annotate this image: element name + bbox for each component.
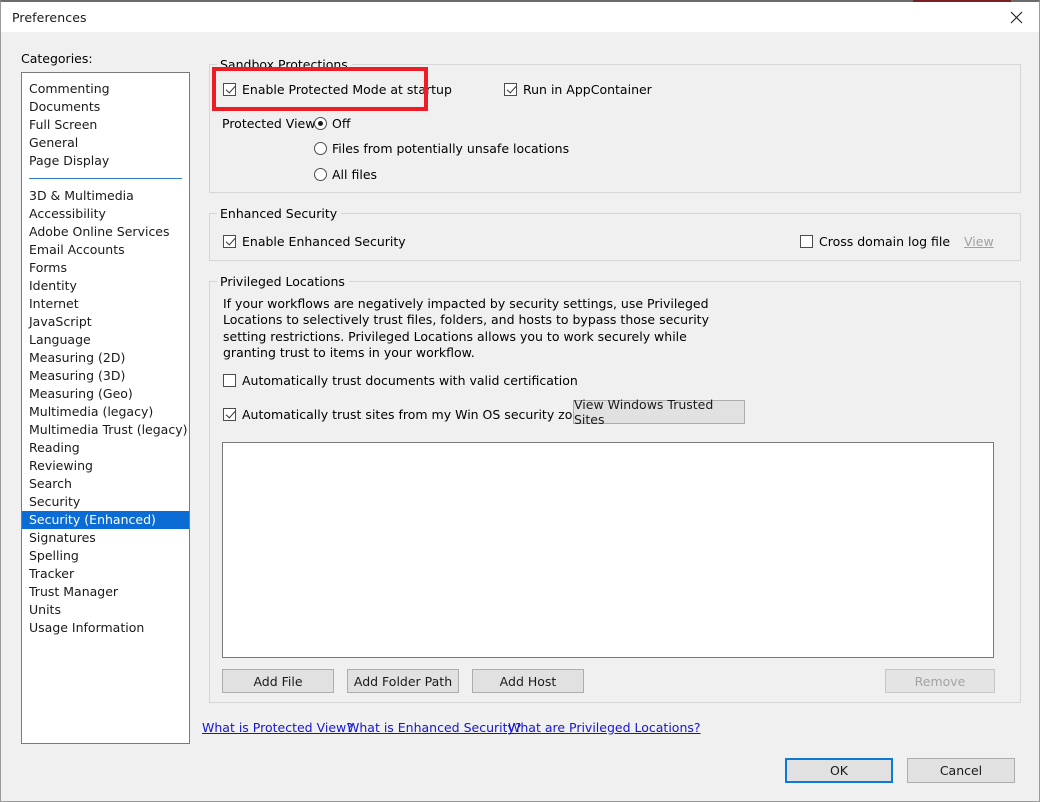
- enable-protected-mode-label: Enable Protected Mode at startup: [242, 82, 452, 97]
- run-in-appcontainer-checkbox[interactable]: Run in AppContainer: [504, 82, 652, 97]
- sidebar-item-tracker[interactable]: Tracker: [22, 565, 189, 583]
- sidebar-item-full-screen[interactable]: Full Screen: [22, 116, 189, 134]
- sidebar-item-documents[interactable]: Documents: [22, 98, 189, 116]
- cross-domain-log-file-label: Cross domain log file: [819, 234, 951, 249]
- sidebar-item-multimedia-legacy[interactable]: Multimedia (legacy): [22, 403, 189, 421]
- protected-view-radio-unsafe-locations[interactable]: Files from potentially unsafe locations: [314, 141, 569, 156]
- radio-icon: [314, 142, 327, 155]
- add-folder-path-button[interactable]: Add Folder Path: [347, 669, 459, 693]
- ok-button[interactable]: OK: [785, 758, 893, 783]
- protected-view-option-label: All files: [332, 167, 378, 182]
- protected-view-option-label: Files from potentially unsafe locations: [332, 141, 570, 156]
- sidebar-item-spelling[interactable]: Spelling: [22, 547, 189, 565]
- sidebar-item-usage-information[interactable]: Usage Information: [22, 619, 189, 637]
- categories-label: Categories:: [21, 51, 93, 66]
- title-bar: Preferences: [1, 2, 1039, 32]
- checkbox-icon: [800, 235, 813, 248]
- protected-view-radio-off[interactable]: Off: [314, 116, 350, 131]
- what-is-enhanced-security-link[interactable]: What is Enhanced Security?: [347, 720, 522, 735]
- sidebar-item-search[interactable]: Search: [22, 475, 189, 493]
- sidebar-item-general[interactable]: General: [22, 134, 189, 152]
- sandbox-protections-title: Sandbox Protections: [217, 57, 352, 72]
- sidebar-item-commenting[interactable]: Commenting: [22, 80, 189, 98]
- auto-trust-certified-documents-label: Automatically trust documents with valid…: [242, 373, 578, 388]
- sidebar-item-3d-multimedia[interactable]: 3D & Multimedia: [22, 187, 189, 205]
- sidebar-item-language[interactable]: Language: [22, 331, 189, 349]
- checkbox-icon: [504, 83, 517, 96]
- what-are-privileged-locations-link[interactable]: What are Privileged Locations?: [508, 720, 701, 735]
- preferences-dialog: Preferences Categories: Commenting Docum…: [0, 0, 1040, 802]
- sidebar-item-measuring-3d[interactable]: Measuring (3D): [22, 367, 189, 385]
- auto-trust-certified-documents-checkbox[interactable]: Automatically trust documents with valid…: [223, 373, 578, 388]
- cancel-button[interactable]: Cancel: [907, 758, 1015, 783]
- sidebar-item-forms[interactable]: Forms: [22, 259, 189, 277]
- radio-icon: [314, 117, 327, 130]
- privileged-locations-title: Privileged Locations: [217, 274, 349, 289]
- checkbox-icon: [223, 235, 236, 248]
- view-windows-trusted-sites-button[interactable]: View Windows Trusted Sites: [573, 397, 745, 427]
- remove-button: Remove: [885, 669, 995, 693]
- sidebar-item-measuring-2d[interactable]: Measuring (2D): [22, 349, 189, 367]
- sidebar-item-multimedia-trust-legacy[interactable]: Multimedia Trust (legacy): [22, 421, 189, 439]
- privileged-locations-list[interactable]: [222, 442, 994, 658]
- run-in-appcontainer-label: Run in AppContainer: [523, 82, 652, 97]
- checkbox-icon: [223, 83, 236, 96]
- sidebar-item-units[interactable]: Units: [22, 601, 189, 619]
- add-file-button[interactable]: Add File: [222, 669, 334, 693]
- protected-view-radio-all-files[interactable]: All files: [314, 167, 377, 182]
- close-icon[interactable]: [993, 2, 1039, 32]
- enable-protected-mode-checkbox[interactable]: Enable Protected Mode at startup: [223, 82, 452, 97]
- checkbox-icon: [223, 374, 236, 387]
- sidebar-item-reviewing[interactable]: Reviewing: [22, 457, 189, 475]
- enhanced-security-title: Enhanced Security: [217, 206, 342, 221]
- sidebar-item-reading[interactable]: Reading: [22, 439, 189, 457]
- add-host-button[interactable]: Add Host: [472, 669, 584, 693]
- window-title: Preferences: [12, 10, 87, 25]
- cross-domain-log-file-checkbox[interactable]: Cross domain log file: [800, 234, 950, 249]
- protected-view-label: Protected View: [222, 116, 316, 131]
- sidebar-item-measuring-geo[interactable]: Measuring (Geo): [22, 385, 189, 403]
- auto-trust-sites-checkbox[interactable]: Automatically trust sites from my Win OS…: [223, 407, 595, 422]
- sidebar-item-security[interactable]: Security: [22, 493, 189, 511]
- protected-view-option-label: Off: [332, 116, 351, 131]
- sidebar-item-javascript[interactable]: JavaScript: [22, 313, 189, 331]
- categories-list[interactable]: Commenting Documents Full Screen General…: [21, 72, 190, 744]
- checkbox-icon: [223, 408, 236, 421]
- sidebar-item-email-accounts[interactable]: Email Accounts: [22, 241, 189, 259]
- radio-icon: [314, 168, 327, 181]
- sidebar-item-internet[interactable]: Internet: [22, 295, 189, 313]
- enable-enhanced-security-checkbox[interactable]: Enable Enhanced Security: [223, 234, 406, 249]
- sidebar-item-adobe-online-services[interactable]: Adobe Online Services: [22, 223, 189, 241]
- sidebar-item-accessibility[interactable]: Accessibility: [22, 205, 189, 223]
- auto-trust-sites-label: Automatically trust sites from my Win OS…: [242, 407, 595, 422]
- sidebar-item-identity[interactable]: Identity: [22, 277, 189, 295]
- view-log-link[interactable]: View: [964, 234, 994, 249]
- sidebar-item-signatures[interactable]: Signatures: [22, 529, 189, 547]
- sidebar-item-security-enhanced[interactable]: Security (Enhanced): [22, 511, 189, 529]
- sidebar-item-page-display[interactable]: Page Display: [22, 152, 189, 170]
- enable-enhanced-security-label: Enable Enhanced Security: [242, 234, 406, 249]
- sidebar-separator: [22, 170, 189, 187]
- sidebar-item-trust-manager[interactable]: Trust Manager: [22, 583, 189, 601]
- what-is-protected-view-link[interactable]: What is Protected View?: [202, 720, 353, 735]
- privileged-locations-description: If your workflows are negatively impacte…: [223, 296, 709, 361]
